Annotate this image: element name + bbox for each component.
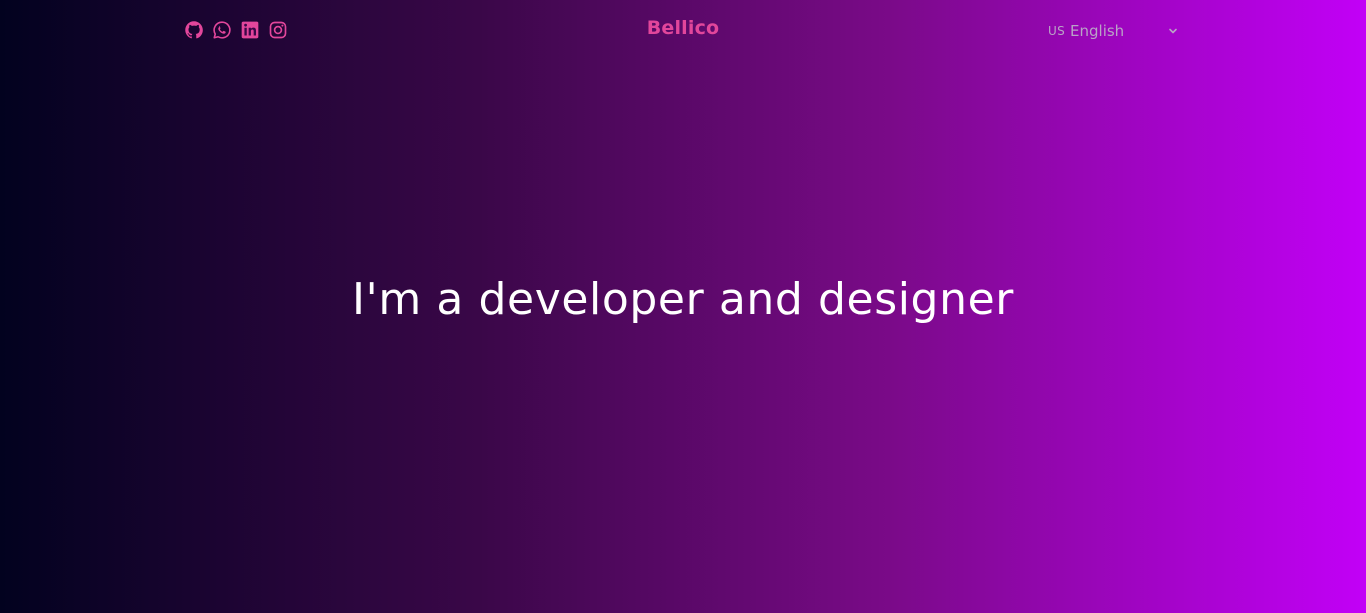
chevron-down-icon	[1169, 28, 1177, 34]
instagram-icon	[269, 21, 287, 39]
linkedin-link[interactable]	[240, 20, 260, 40]
linkedin-icon	[241, 21, 259, 39]
instagram-link[interactable]	[268, 20, 288, 40]
social-links	[184, 20, 288, 40]
language-flag-code: US	[1048, 24, 1066, 38]
language-selected-label: English	[1070, 22, 1125, 40]
whatsapp-link[interactable]	[212, 20, 232, 40]
hero-headline: I'm a developer and designer	[352, 274, 1014, 325]
top-bar: Bellico US English	[0, 0, 1366, 62]
github-icon	[185, 21, 203, 39]
github-link[interactable]	[184, 20, 204, 40]
language-select[interactable]: US English	[1046, 20, 1182, 42]
brand-logo-text[interactable]: Bellico	[647, 17, 720, 39]
whatsapp-icon	[213, 21, 231, 39]
